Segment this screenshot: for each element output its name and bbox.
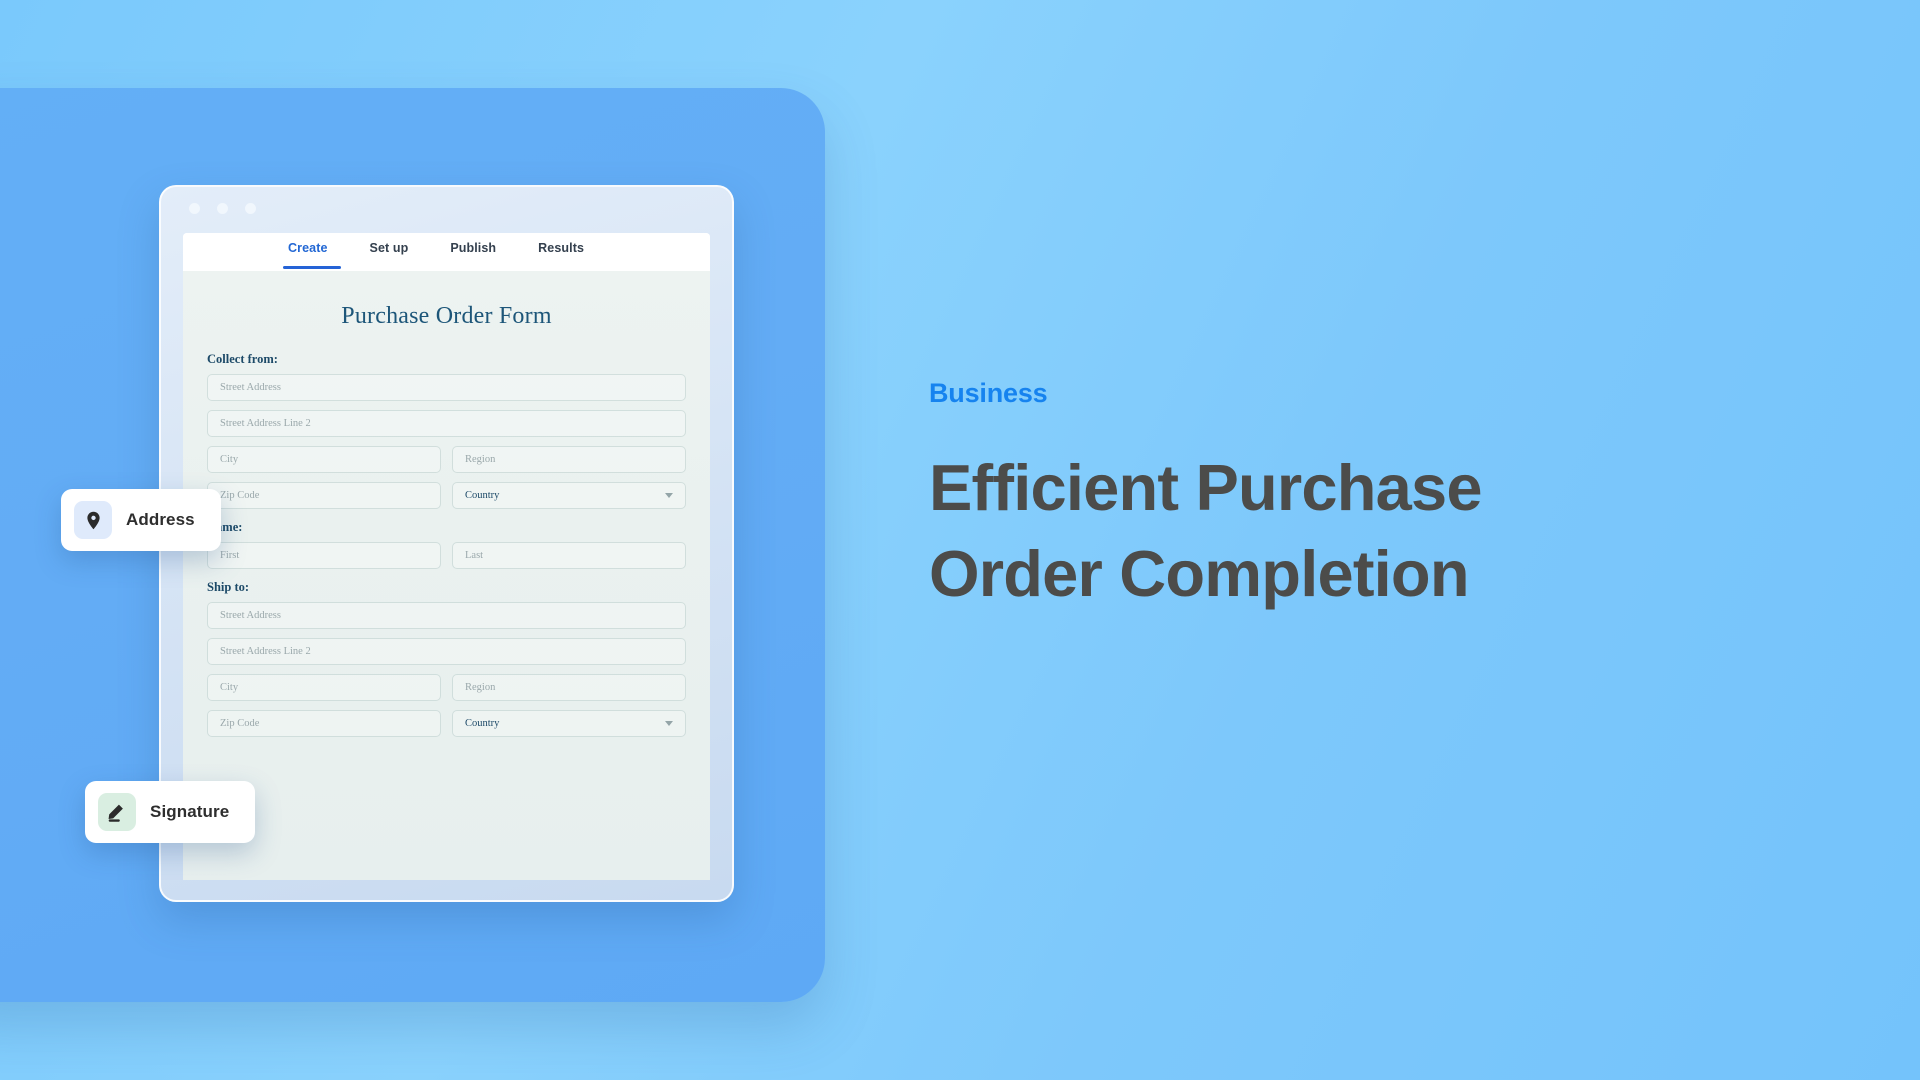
collect-country-select[interactable]: Country xyxy=(452,482,686,509)
ship-zip-country-row: Zip Code Country xyxy=(207,710,686,746)
window-dot-close-icon[interactable] xyxy=(189,203,200,214)
headline-line-2: Order Completion xyxy=(929,537,1470,611)
chevron-down-icon xyxy=(665,493,673,498)
collect-street-address-input[interactable]: Street Address xyxy=(207,374,686,401)
ship-region-input[interactable]: Region xyxy=(452,674,686,701)
headline-line-1: Efficient Purchase xyxy=(929,451,1483,524)
browser-page-area: Create Set up Publish Results Purchase O… xyxy=(183,233,710,880)
collect-city-region-row: City Region xyxy=(207,446,686,482)
form-builder-tabs: Create Set up Publish Results xyxy=(183,233,710,271)
section-label-ship-to: Ship to: xyxy=(207,580,250,594)
collect-city-input[interactable]: City xyxy=(207,446,441,473)
window-dot-minimize-icon[interactable] xyxy=(217,203,228,214)
pencil-signature-icon xyxy=(98,793,136,831)
ship-country-select[interactable]: Country xyxy=(452,710,686,737)
feature-badge-address[interactable]: Address xyxy=(61,489,221,551)
category-eyebrow: Business xyxy=(929,378,1048,408)
ship-street-address-input[interactable]: Street Address xyxy=(207,602,686,629)
ship-street-address-line2-input[interactable]: Street Address Line 2 xyxy=(207,638,686,665)
chevron-down-icon xyxy=(665,721,673,726)
tab-publish[interactable]: Publish xyxy=(441,233,505,264)
purchase-order-form: Purchase Order Form Collect from: Street… xyxy=(183,271,710,880)
window-dot-maximize-icon[interactable] xyxy=(245,203,256,214)
collect-zip-code-input[interactable]: Zip Code xyxy=(207,482,441,509)
ship-city-region-row: City Region xyxy=(207,674,686,710)
collect-zip-country-row: Zip Code Country xyxy=(207,482,686,518)
name-row: First Last xyxy=(207,542,686,578)
map-pin-icon xyxy=(74,501,112,539)
section-label-collect-from: Collect from: xyxy=(207,352,278,366)
marketing-copy: Business Efficient Purchase Order Comple… xyxy=(929,378,1789,618)
feature-badge-signature[interactable]: Signature xyxy=(85,781,256,843)
collect-country-select-value: Country xyxy=(465,490,500,501)
tab-set-up[interactable]: Set up xyxy=(361,233,418,264)
name-last-input[interactable]: Last xyxy=(452,542,686,569)
ship-country-select-value: Country xyxy=(465,718,500,729)
collect-street-address-line2-input[interactable]: Street Address Line 2 xyxy=(207,410,686,437)
name-first-input[interactable]: First xyxy=(207,542,441,569)
tab-create[interactable]: Create xyxy=(279,233,337,264)
collect-region-input[interactable]: Region xyxy=(452,446,686,473)
feature-badge-address-label: Address xyxy=(126,510,195,529)
section-label-name: Name: xyxy=(207,520,243,534)
ship-zip-code-input[interactable]: Zip Code xyxy=(207,710,441,737)
page-title: Efficient Purchase Order Completion xyxy=(929,445,1789,618)
form-title: Purchase Order Form xyxy=(341,303,552,329)
tab-results[interactable]: Results xyxy=(529,233,593,264)
browser-titlebar xyxy=(161,187,732,227)
feature-badge-signature-label: Signature xyxy=(150,802,230,821)
ship-city-input[interactable]: City xyxy=(207,674,441,701)
